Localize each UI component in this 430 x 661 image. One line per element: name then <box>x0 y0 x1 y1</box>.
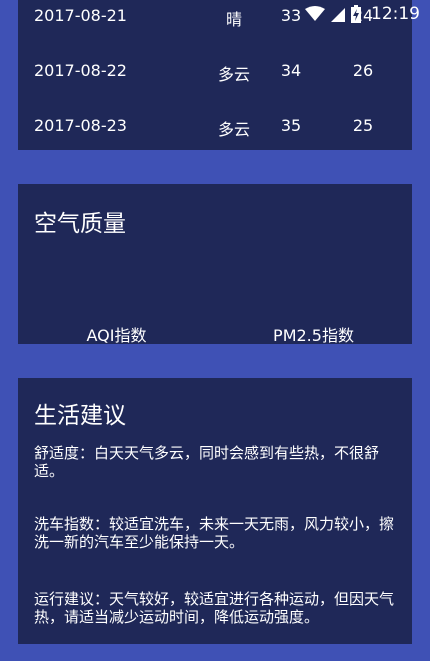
car-wash-suggestion: 洗车指数：较适宜洗车，未来一天无雨，风力较小，擦洗一新的汽车至少能保持一天。 <box>34 515 395 551</box>
forecast-date: 2017-08-23 <box>34 116 127 135</box>
status-time: 12:19 <box>371 4 420 24</box>
suggestion-card: 生活建议 舒适度：白天天气多云，同时会感到有些热，不很舒适。 洗车指数：较适宜洗… <box>18 378 412 644</box>
forecast-max-temp: 33 <box>280 6 302 25</box>
aqi-label: AQI指数 <box>86 326 147 345</box>
pm25-index-block: PM2.5指数 <box>215 284 412 346</box>
forecast-min-temp: 26 <box>352 61 374 80</box>
comfort-suggestion: 舒适度：白天天气多云，同时会感到有些热，不很舒适。 <box>34 444 380 480</box>
forecast-condition: 晴 <box>225 10 242 29</box>
signal-icon <box>331 6 345 22</box>
forecast-min-temp: 25 <box>352 116 374 135</box>
sport-suggestion: 运行建议：天气较好，较适宜进行各种运动，但因天气热，请适当减少运动时间，降低运动… <box>34 590 395 626</box>
forecast-row: 2017-08-23 多云 35 25 <box>18 114 412 139</box>
forecast-date: 2017-08-21 <box>34 6 127 25</box>
pm25-label: PM2.5指数 <box>273 326 354 345</box>
pm25-value <box>215 284 412 318</box>
aqi-card: 空气质量 AQI指数 PM2.5指数 <box>18 184 412 346</box>
aqi-index-block: AQI指数 <box>18 284 215 346</box>
suggestion-title: 生活建议 <box>34 403 126 429</box>
forecast-condition: 多云 <box>217 65 250 84</box>
status-bar: 12:19 <box>305 0 430 28</box>
aqi-title: 空气质量 <box>34 211 126 237</box>
battery-charging-icon <box>351 5 361 23</box>
forecast-max-temp: 35 <box>280 116 302 135</box>
forecast-date: 2017-08-22 <box>34 61 127 80</box>
wifi-icon <box>305 6 325 22</box>
forecast-condition: 多云 <box>217 120 250 139</box>
forecast-max-temp: 34 <box>280 61 302 80</box>
forecast-row: 2017-08-22 多云 34 26 <box>18 59 412 84</box>
aqi-value <box>18 284 215 318</box>
